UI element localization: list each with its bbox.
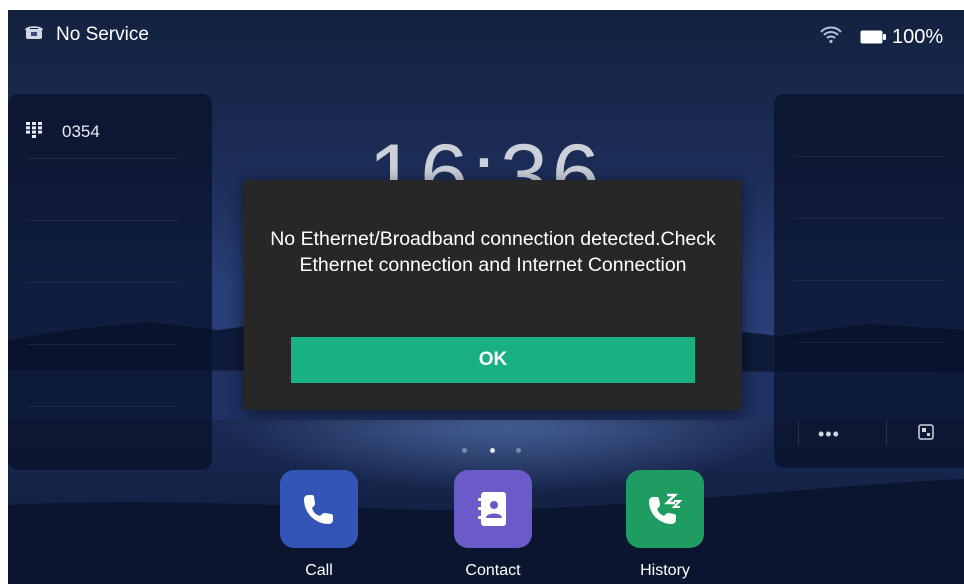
network-error-dialog: No Ethernet/Broadband connection detecte… [244, 180, 742, 410]
home-screen: No Service 100% 16:36 0354 ••• No Ethern… [8, 10, 964, 584]
divider [794, 342, 944, 343]
dialpad-icon [26, 122, 42, 138]
page-indicator [458, 446, 528, 456]
history-tile[interactable] [626, 470, 704, 548]
divider [28, 282, 178, 283]
divider [28, 220, 178, 221]
line-label: 0354 [62, 122, 100, 141]
divider [28, 406, 178, 407]
side-panel: ••• [774, 94, 964, 468]
dock-app-contact[interactable]: Contact [454, 470, 534, 584]
dialog-message: No Ethernet/Broadband connection detecte… [270, 228, 716, 276]
call-tile[interactable] [280, 470, 358, 548]
call-history-icon [649, 493, 683, 524]
divider [28, 344, 178, 345]
contact-tile[interactable] [454, 470, 532, 548]
page-dot-active[interactable] [490, 448, 495, 453]
divider [886, 420, 887, 446]
battery-icon [860, 30, 886, 44]
line-panel[interactable]: 0354 [8, 94, 212, 470]
battery-level: 100% [892, 26, 944, 48]
divider [794, 156, 944, 157]
divider [28, 158, 178, 159]
wifi-icon [820, 26, 842, 44]
phone-icon [304, 495, 333, 524]
dock-label-history: History [640, 562, 690, 579]
contact-book-icon [478, 492, 506, 526]
status-bar: No Service 100% [8, 10, 964, 50]
expand-icon[interactable] [918, 424, 934, 440]
page-dot[interactable] [462, 448, 467, 453]
dock-label-call: Call [305, 562, 333, 579]
service-status: No Service [56, 24, 149, 45]
more-icon[interactable]: ••• [818, 424, 840, 445]
page-dot[interactable] [516, 448, 521, 453]
divider [794, 218, 944, 219]
ok-button[interactable]: OK [291, 337, 695, 383]
dock-label-contact: Contact [465, 562, 521, 579]
dock-app-history[interactable]: History [626, 470, 706, 584]
divider [798, 420, 799, 446]
phone-icon [25, 26, 43, 39]
divider [794, 280, 944, 281]
dock-app-call[interactable]: Call [280, 470, 360, 584]
